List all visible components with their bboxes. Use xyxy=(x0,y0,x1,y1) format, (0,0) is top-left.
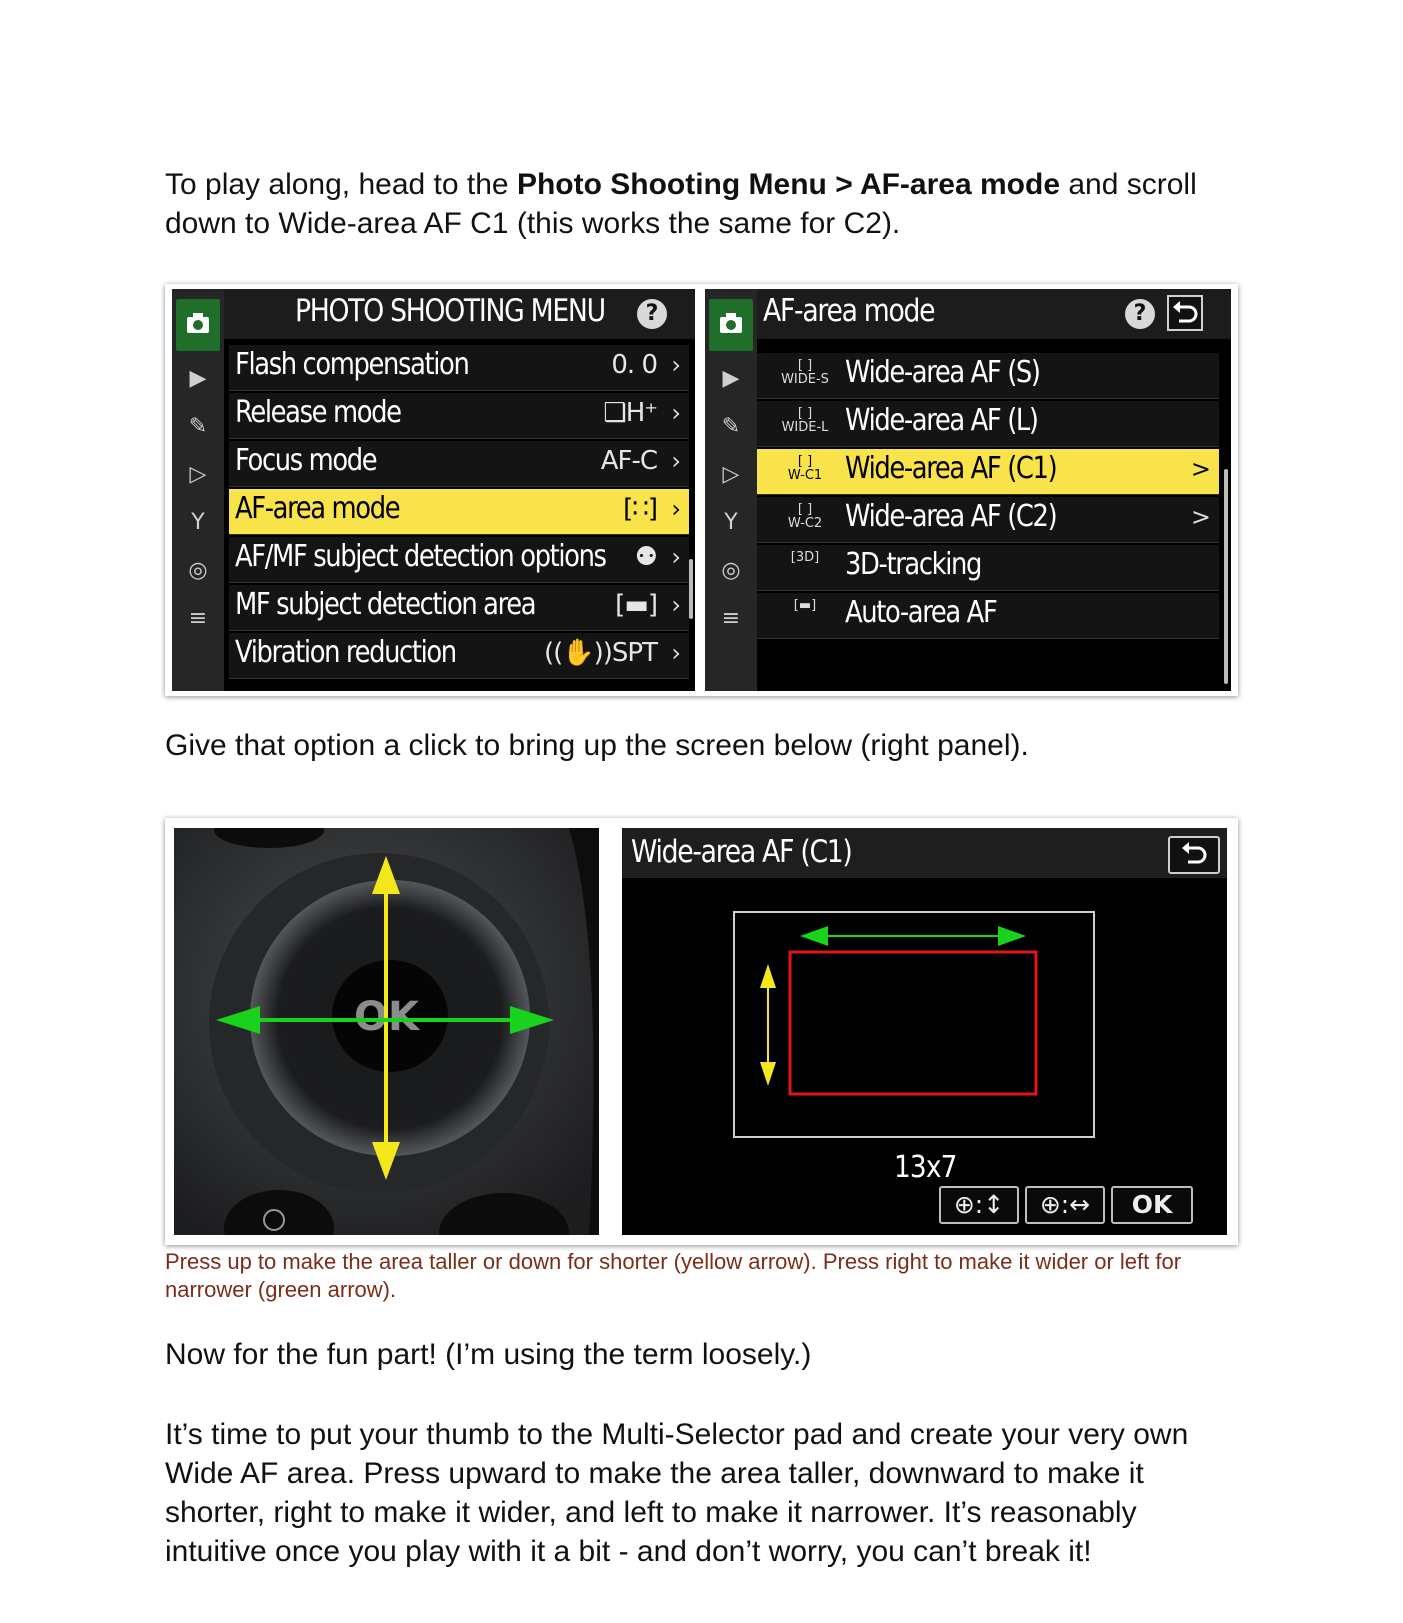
menu-item-label: Vibration reduction xyxy=(235,635,457,670)
af-mode-label: Auto-area AF xyxy=(845,595,998,630)
frame-outline xyxy=(733,911,1095,1138)
menu-item-label: MF subject detection area xyxy=(235,587,537,622)
af-mode-icon: [▬] xyxy=(793,598,817,613)
chevron-right-icon: > xyxy=(1190,503,1211,531)
camera-tab[interactable] xyxy=(709,299,753,351)
wrench-icon[interactable]: Y xyxy=(717,509,745,537)
af-mode-label: Wide-area AF (C2) xyxy=(845,499,1058,534)
af-mode-icon: [ ] WIDE-S xyxy=(781,358,829,387)
chevron-right-icon: › xyxy=(671,351,681,379)
menu-item-value: [▬] xyxy=(615,590,658,620)
photo-shooting-menu-screen: ▶ ✎ ▷ Y ◎ ≡ PHOTO SHOOTING MENU ? Flash … xyxy=(172,289,695,691)
chevron-right-icon: > xyxy=(1190,455,1211,483)
chevron-right-icon: › xyxy=(671,639,681,667)
menu-item-label: Flash compensation xyxy=(235,347,470,382)
af-area-mode-screen: ▶ ✎ ▷ Y ◎ ≡ AF-area mode ? [ ] WIDE-S Wid… xyxy=(705,289,1231,691)
wide-area-c1-screen: Wide-area AF (C1) 13x7 ⊕:↕ ⊕:↔ OK xyxy=(622,828,1227,1235)
af-mode-label: Wide-area AF (L) xyxy=(845,403,1039,438)
back-button[interactable] xyxy=(1167,295,1203,331)
menu-item-value: ❑H⁺ xyxy=(603,398,658,428)
menu-item[interactable]: AF-area mode [∷] › xyxy=(229,489,689,535)
playback-icon[interactable]: ▷ xyxy=(184,461,212,489)
menu-item[interactable]: Focus mode AF-C › xyxy=(229,441,689,487)
menu-item-value: AF-C xyxy=(600,446,658,476)
pencil-icon[interactable]: ✎ xyxy=(184,413,212,441)
scrollbar[interactable] xyxy=(1224,469,1228,684)
scrollbar[interactable] xyxy=(689,559,693,619)
width-adjust-button[interactable]: ⊕:↔ xyxy=(1025,1186,1105,1224)
chevron-right-icon: › xyxy=(671,591,681,619)
network-icon[interactable]: ◎ xyxy=(717,557,745,585)
return-icon xyxy=(1173,301,1198,323)
multi-selector-photo: OK xyxy=(174,828,599,1235)
movie-icon[interactable]: ▶ xyxy=(184,365,212,393)
menu-item-label: AF-area mode xyxy=(235,491,401,526)
movie-icon[interactable]: ▶ xyxy=(717,365,745,393)
af-area-box[interactable] xyxy=(788,950,1038,1096)
af-mode-item[interactable]: [ ] WIDE-S Wide-area AF (S) xyxy=(757,353,1219,399)
menu-item-value: ⚉ xyxy=(634,542,658,572)
camera-tab[interactable] xyxy=(176,299,220,351)
camera-icon xyxy=(720,313,742,333)
af-mode-icon: [3D] xyxy=(790,550,820,565)
menu-item-label: Focus mode xyxy=(235,443,378,478)
help-icon[interactable]: ? xyxy=(637,299,667,329)
width-arrow xyxy=(800,926,1026,946)
mymenu-icon[interactable]: ≡ xyxy=(717,605,745,633)
af-mode-item[interactable]: [ ] WIDE-L Wide-area AF (L) xyxy=(757,401,1219,447)
af-mode-item[interactable]: [3D] 3D-tracking xyxy=(757,545,1219,591)
pencil-icon[interactable]: ✎ xyxy=(717,413,745,441)
instructions-paragraph: It’s time to put your thumb to the Multi… xyxy=(165,1418,1189,1568)
chevron-right-icon: › xyxy=(671,495,681,523)
submenu-title: AF-area mode xyxy=(763,293,936,329)
menu-list: Flash compensation 0. 0 › Release mode ❑H⁺ › F… xyxy=(229,345,689,681)
af-mode-item[interactable]: [ ] W-C1 Wide-area AF (C1) > xyxy=(757,449,1219,495)
ok-button[interactable]: OK xyxy=(1111,1186,1193,1224)
af-mode-label: Wide-area AF (C1) xyxy=(845,451,1058,486)
af-mode-label: Wide-area AF (S) xyxy=(845,355,1041,390)
af-mode-icon: [ ] WIDE-L xyxy=(781,406,829,435)
camera-icon xyxy=(187,313,209,333)
figure-caption: Press up to make the area taller or down… xyxy=(165,1249,1182,1302)
menu-item[interactable]: AF/MF subject detection options ⚉ › xyxy=(229,537,689,583)
menu-item-value: ((✋))SPT xyxy=(543,638,658,668)
fun-part-paragraph: Now for the fun part! (I’m using the ter… xyxy=(165,1338,812,1371)
instruction-paragraph: Give that option a click to bring up the… xyxy=(165,729,1029,762)
network-icon[interactable]: ◎ xyxy=(184,557,212,585)
wrench-icon[interactable]: Y xyxy=(184,509,212,537)
menu-item[interactable]: MF subject detection area [▬] › xyxy=(229,585,689,631)
menu-item-label: Release mode xyxy=(235,395,402,430)
intro-text: To play along, head to the xyxy=(165,168,517,201)
menu-title: PHOTO SHOOTING MENU xyxy=(295,293,606,329)
playback-icon[interactable]: ▷ xyxy=(717,461,745,489)
menu-path: Photo Shooting Menu > AF-area mode xyxy=(516,168,1060,201)
af-mode-item[interactable]: [▬] Auto-area AF xyxy=(757,593,1219,639)
wide-area-screenshots: OK Wide-area AF (C1) 13x7 ⊕:↕ ⊕:↔ OK xyxy=(165,818,1238,1245)
menu-item[interactable]: Release mode ❑H⁺ › xyxy=(229,393,689,439)
menu-sidebar: ▶ ✎ ▷ Y ◎ ≡ xyxy=(705,289,757,691)
area-size-readout: 13x7 xyxy=(894,1150,957,1185)
chevron-right-icon: › xyxy=(671,543,681,571)
af-mode-item[interactable]: [ ] W-C2 Wide-area AF (C2) > xyxy=(757,497,1219,543)
af-mode-icon: [ ] W-C2 xyxy=(787,502,823,531)
menu-sidebar: ▶ ✎ ▷ Y ◎ ≡ xyxy=(172,289,224,691)
height-arrow xyxy=(760,964,776,1086)
menu-screenshots: ▶ ✎ ▷ Y ◎ ≡ PHOTO SHOOTING MENU ? Flash … xyxy=(165,284,1238,696)
af-mode-icon: [ ] W-C1 xyxy=(787,454,823,483)
intro-paragraph: To play along, head to the Photo Shootin… xyxy=(165,165,1245,243)
help-icon[interactable]: ? xyxy=(1125,299,1155,329)
menu-item-value: 0. 0 xyxy=(611,350,658,380)
menu-item[interactable]: Flash compensation 0. 0 › xyxy=(229,345,689,391)
chevron-right-icon: › xyxy=(671,447,681,475)
af-mode-label: 3D-tracking xyxy=(845,547,982,582)
af-mode-list: [ ] WIDE-S Wide-area AF (S) [ ] WIDE-L Wide… xyxy=(757,353,1219,641)
chevron-right-icon: › xyxy=(671,399,681,427)
menu-item-label: AF/MF subject detection options xyxy=(235,539,607,574)
height-adjust-button[interactable]: ⊕:↕ xyxy=(939,1186,1019,1224)
menu-item-value: [∷] xyxy=(623,494,658,524)
menu-item[interactable]: Vibration reduction ((✋))SPT › xyxy=(229,633,689,679)
mymenu-icon[interactable]: ≡ xyxy=(184,605,212,633)
